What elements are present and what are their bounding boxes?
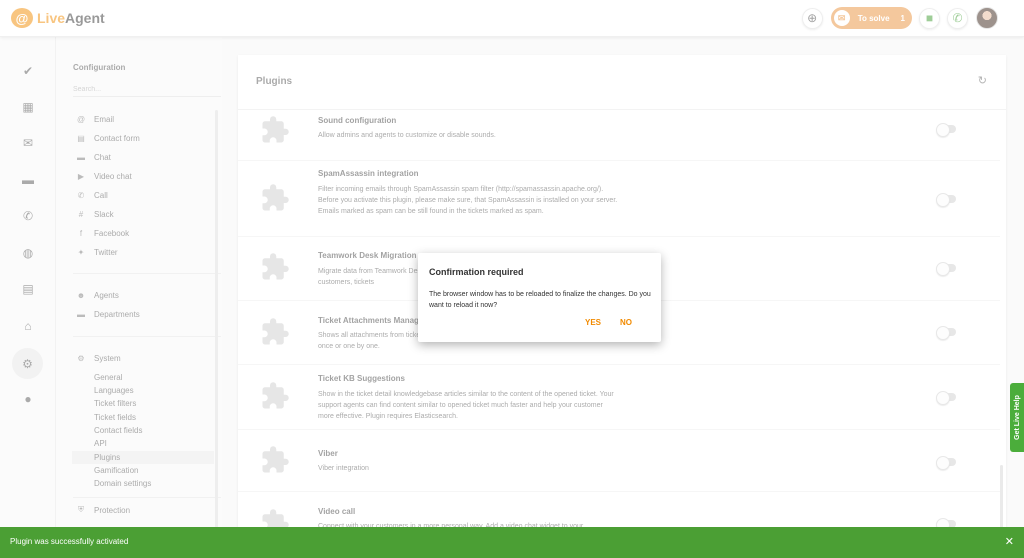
confirmation-dialog: Confirmation required The browser window…	[418, 253, 661, 342]
get-live-help-button[interactable]: Get Live Help	[1010, 383, 1024, 452]
success-toast: Plugin was successfully activated ✕	[0, 527, 1024, 558]
dialog-title: Confirmation required	[429, 267, 524, 277]
toast-message: Plugin was successfully activated	[10, 537, 129, 546]
dialog-message: The browser window has to be reloaded to…	[429, 291, 651, 309]
no-button[interactable]: NO	[620, 318, 632, 327]
yes-button[interactable]: YES	[585, 318, 601, 327]
live-help-label: Get Live Help	[1013, 395, 1021, 440]
close-icon[interactable]: ✕	[1005, 535, 1014, 548]
